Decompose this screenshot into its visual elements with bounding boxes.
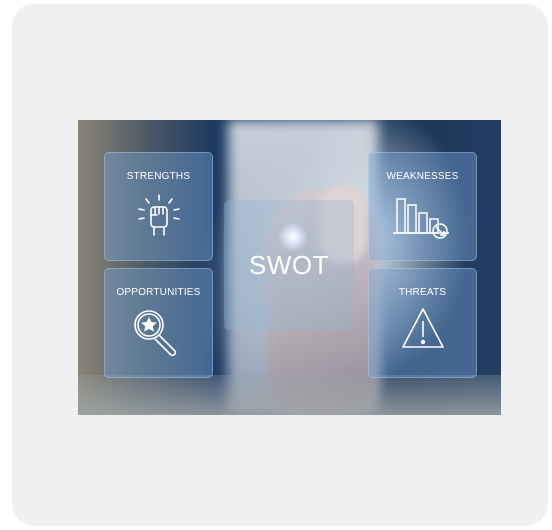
raised-fist-icon [138,194,180,236]
panel-title-threats: THREATS [398,287,447,298]
panel-weaknesses: WEAKNESSES [368,152,477,261]
declining-bars-icon [393,198,449,239]
panel-title-opportunities: OPPORTUNITIES [116,287,201,298]
panel-title-weaknesses: WEAKNESSES [386,171,459,182]
swot-label: SWOT [249,250,329,280]
swot-photo: SWOT STRENGTHS WEAKNESSES OPPORTUNITIES … [78,120,501,415]
warning-triangle-icon [402,308,444,348]
touch-glow [278,222,308,252]
panel-title-strengths: STRENGTHS [126,171,191,182]
panel-threats: THREATS [368,268,477,378]
swot-center-panel: SWOT [224,200,354,330]
magnifier-star-icon [134,310,177,357]
panel-opportunities: OPPORTUNITIES [104,268,213,378]
desk-edge [78,375,501,415]
panel-strengths: STRENGTHS [104,152,213,261]
